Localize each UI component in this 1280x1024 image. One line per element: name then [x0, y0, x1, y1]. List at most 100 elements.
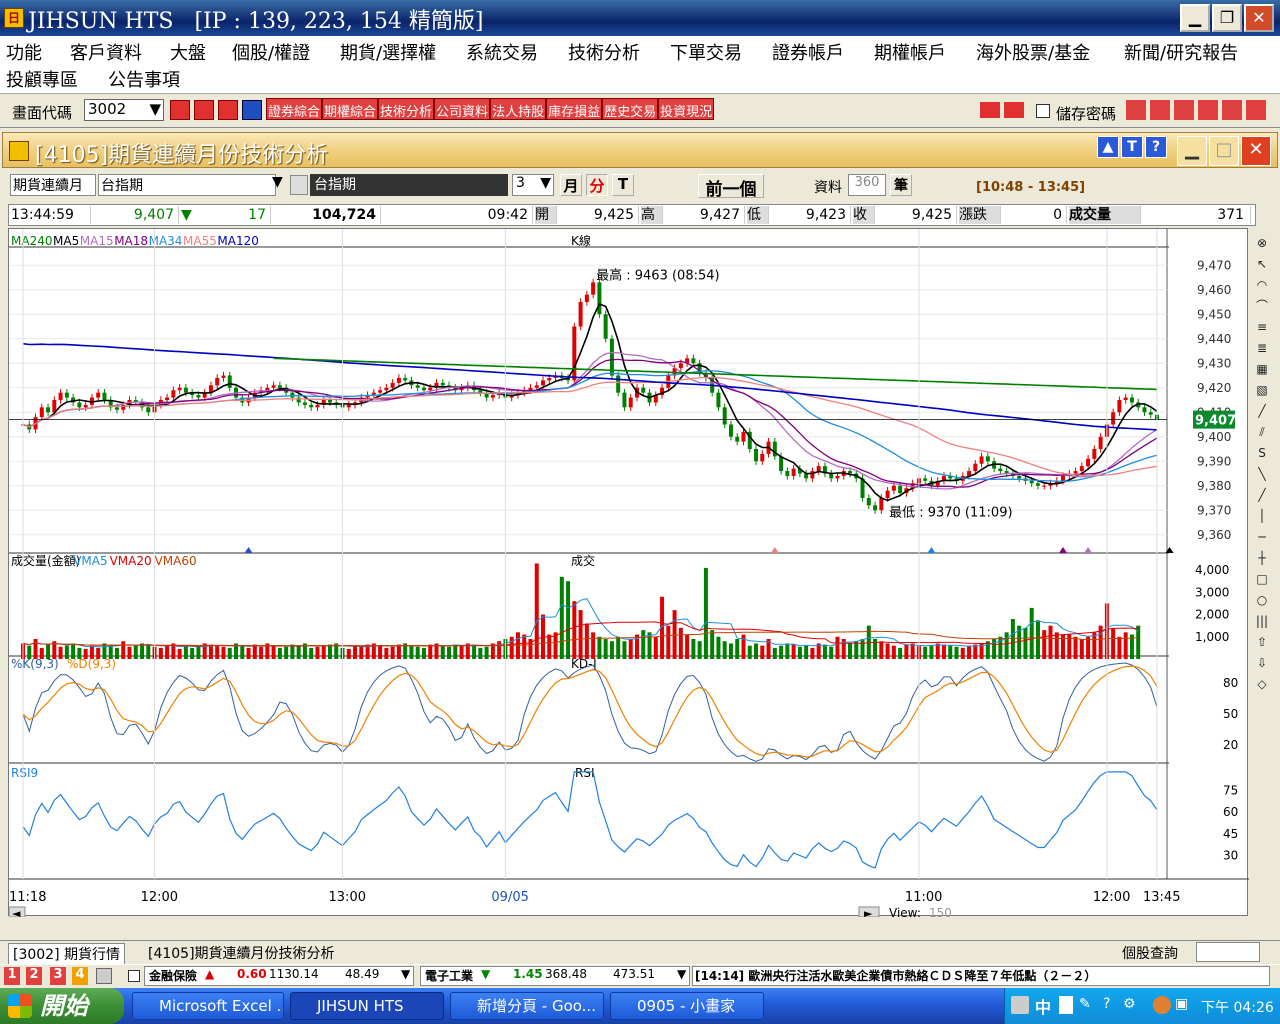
page-2-button[interactable]: 2 [26, 967, 42, 985]
cancel-icon[interactable]: ⊗ [1252, 234, 1272, 253]
pen-icon[interactable] [1126, 100, 1146, 120]
menu-advisor[interactable]: 投顧專區 [6, 66, 78, 92]
page-4-button[interactable]: 4 [72, 967, 88, 985]
menu-order[interactable]: 下單交易 [670, 39, 742, 65]
keyboard-icon[interactable] [1059, 996, 1073, 1014]
menu-futures-account[interactable]: 期權帳戶 [874, 39, 946, 65]
ellipse-icon[interactable]: ○ [1252, 591, 1272, 610]
help-button[interactable]: ? [1145, 136, 1167, 158]
chart-area[interactable]: 9,4709,4609,4509,4409,4309,4209,4109,400… [8, 228, 1249, 920]
product-type-field[interactable]: 期貨連續月 [10, 174, 96, 196]
menu-stock-warrant[interactable]: 個股/權證 [232, 39, 310, 65]
shortcut-securities[interactable]: 證券綜合 [266, 98, 323, 120]
diagonal-icon[interactable]: ╱ [1252, 402, 1272, 421]
menu-securities-account[interactable]: 證券帳戶 [772, 39, 844, 65]
user-icon[interactable] [218, 100, 238, 120]
search-icon[interactable] [290, 175, 308, 195]
hatch-icon[interactable]: ▧ [1252, 381, 1272, 400]
arrow-up-icon[interactable]: ⇧ [1252, 633, 1272, 652]
fan-icon[interactable]: ⌒ [1252, 297, 1272, 316]
page-1-button[interactable]: 1 [4, 967, 20, 985]
tick-button[interactable]: T [612, 174, 634, 196]
page-3-button[interactable]: 3 [50, 967, 66, 985]
ime-indicator[interactable]: 中 [1035, 994, 1051, 1018]
horizontal-line-icon[interactable]: ─ [1252, 528, 1272, 547]
monitor-icon[interactable]: ▣ [1175, 996, 1188, 1012]
menu-system-trading[interactable]: 系統交易 [466, 39, 538, 65]
channel-icon[interactable]: ⫽ [1252, 423, 1272, 442]
network-icon[interactable] [1011, 996, 1029, 1014]
minimize-button[interactable]: ▁ [1180, 4, 1210, 32]
grid-icon[interactable]: ▦ [1252, 360, 1272, 379]
rectangle-icon[interactable]: □ [1252, 570, 1272, 589]
lines-icon[interactable]: ≣ [1252, 339, 1272, 358]
stock-query-input[interactable] [1196, 942, 1260, 962]
shortcut-investment[interactable]: 投資現況 [658, 98, 715, 120]
menu-customer[interactable]: 客戶資料 [70, 39, 142, 65]
shortcut-history[interactable]: 歷史交易 [602, 98, 659, 120]
maximize-button[interactable]: ❐ [1212, 4, 1242, 32]
pen-icon[interactable]: ✎ [1079, 996, 1091, 1012]
start-button[interactable]: 開始 [0, 988, 124, 1024]
menu-news-research[interactable]: 新聞/研究報告 [1124, 39, 1238, 65]
eraser-icon[interactable]: ◇ [1252, 675, 1272, 694]
task-chrome[interactable]: 新增分頁 - Goo... [450, 992, 604, 1020]
chevron-down-icon[interactable]: ▼ [677, 967, 686, 981]
save-password-checkbox[interactable] [1036, 104, 1050, 118]
edit-icon[interactable] [1198, 100, 1218, 120]
arrow-left-icon[interactable] [1153, 996, 1171, 1014]
prev-button[interactable]: 前一個 [698, 174, 764, 200]
chart-svg[interactable]: 9,4709,4609,4509,4409,4309,4209,4109,400… [8, 229, 1249, 920]
arrow-right-icon[interactable] [1004, 102, 1024, 118]
gift-icon[interactable] [1246, 100, 1266, 120]
search-icon[interactable] [170, 100, 190, 120]
mail-icon[interactable] [1150, 100, 1170, 120]
fib-icon[interactable]: ≡ [1252, 318, 1272, 337]
menu-overseas[interactable]: 海外股票/基金 [976, 39, 1090, 65]
arc-icon[interactable]: ◠ [1252, 276, 1272, 295]
inner-maximize-button[interactable]: □ [1209, 136, 1239, 166]
ticker-checkbox[interactable] [128, 970, 140, 982]
menu-announcements[interactable]: 公告事項 [108, 66, 180, 92]
chevron-down-icon[interactable]: ▼ [272, 174, 290, 196]
print-icon[interactable] [1174, 100, 1194, 120]
dropdown-icon[interactable] [242, 100, 262, 120]
text-mode-button[interactable]: T [1121, 136, 1143, 158]
unit-button[interactable]: 筆 [890, 174, 912, 196]
inner-minimize-button[interactable]: ▁ [1177, 136, 1207, 166]
month-button[interactable]: 月 [560, 174, 582, 196]
menu-function[interactable]: 功能 [6, 39, 42, 65]
shortcut-institutional[interactable]: 法人持股 [490, 98, 547, 120]
task-paint[interactable]: 0905 - 小畫家 [610, 992, 764, 1020]
task-jihsun[interactable]: JIHSUN HTS [290, 992, 444, 1020]
arrow-down-icon[interactable]: ⇩ [1252, 654, 1272, 673]
lock-icon[interactable] [96, 968, 112, 984]
menu-futures-options[interactable]: 期貨/選擇權 [340, 39, 436, 65]
shortcut-company[interactable]: 公司資料 [434, 98, 491, 120]
vertical-line-icon[interactable]: │ [1252, 507, 1272, 526]
cursor-icon[interactable]: ↖ [1252, 255, 1272, 274]
curve-icon[interactable]: S [1252, 444, 1272, 463]
menu-market[interactable]: 大盤 [170, 39, 206, 65]
text-icon[interactable] [1222, 100, 1242, 120]
minute-button[interactable]: 分 [586, 174, 608, 196]
tab-technical-analysis[interactable]: [4105]期貨連續月份技術分析 [144, 943, 339, 963]
folder-icon[interactable] [194, 100, 214, 120]
screen-code-select[interactable]: 3002 ▼ [84, 99, 164, 121]
product-name-field[interactable]: 台指期 [98, 174, 276, 196]
inner-close-button[interactable]: ✕ [1241, 136, 1271, 166]
chevron-down-icon[interactable]: ▼ [401, 967, 410, 981]
trend-icon[interactable]: ╲ [1252, 465, 1272, 484]
task-excel[interactable]: Microsoft Excel ... [132, 992, 284, 1020]
menu-technical-analysis[interactable]: 技術分析 [568, 39, 640, 65]
help-icon[interactable]: ? [1103, 996, 1110, 1012]
data-count-input[interactable]: 360 [848, 174, 886, 196]
line-icon[interactable]: ╱ [1252, 486, 1272, 505]
shortcut-technical[interactable]: 技術分析 [378, 98, 435, 120]
close-button[interactable]: ✕ [1244, 4, 1274, 32]
shortcut-inventory[interactable]: 庫存損益 [546, 98, 603, 120]
settings-icon[interactable]: ⚙ [1123, 996, 1136, 1012]
up-icon[interactable]: ▲ [1097, 136, 1119, 158]
news-ticker[interactable]: [14:14] 歐洲央行注活水歐美企業債市熱絡ＣＤＳ降至７年低點（２－２） [692, 966, 1270, 986]
cross-icon[interactable]: ┼ [1252, 549, 1272, 568]
